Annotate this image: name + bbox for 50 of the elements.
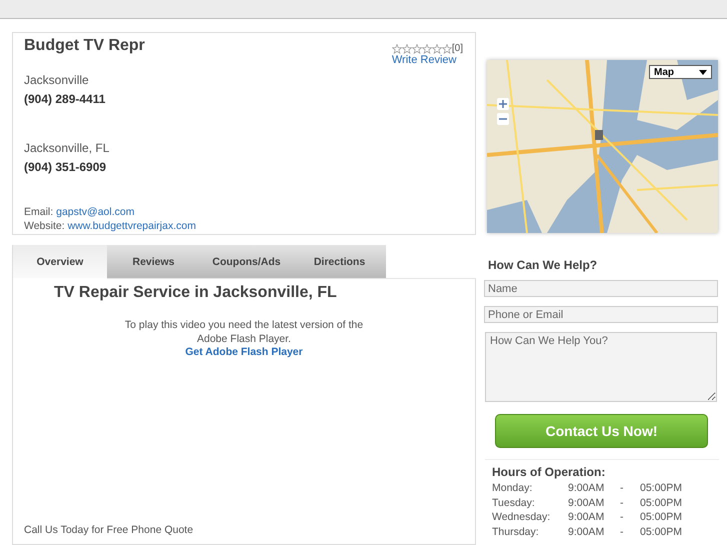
business-name: Budget TV Repr bbox=[24, 37, 145, 55]
time-dash: - bbox=[620, 496, 624, 510]
review-count: [0] bbox=[452, 43, 463, 54]
time-dash: - bbox=[620, 481, 624, 496]
star-icon bbox=[422, 44, 432, 54]
website-link[interactable]: www.budgettvrepairjax.com bbox=[68, 220, 196, 232]
flash-player-link[interactable]: Get Adobe Flash Player bbox=[24, 346, 464, 358]
star-icon bbox=[392, 44, 402, 54]
open-time: 9:00AM bbox=[568, 510, 606, 524]
tab[interactable]: Overview bbox=[12, 245, 107, 278]
day-label: Thursday: bbox=[492, 524, 540, 539]
email-label: Email: bbox=[24, 206, 54, 218]
open-time: 9:00AM bbox=[568, 524, 606, 539]
contact-field[interactable]: Phone or Email bbox=[484, 306, 718, 323]
form-heading: How Can We Help? bbox=[488, 258, 598, 272]
section-heading: TV Repair Service in Jacksonville, FL bbox=[54, 284, 338, 302]
close-time: 05:00PM bbox=[640, 510, 684, 524]
star-icon bbox=[402, 44, 412, 54]
open-time: 9:00AM bbox=[568, 496, 606, 510]
phone-number: (904) 289-4411 bbox=[24, 92, 106, 106]
quote-text: Call Us Today for Free Phone Quote bbox=[24, 524, 194, 536]
star-icon bbox=[412, 44, 422, 54]
tab[interactable]: Directions bbox=[293, 245, 386, 278]
email-link[interactable]: gapstv@aol.com bbox=[56, 206, 134, 218]
phone-number: (904) 351-6909 bbox=[24, 160, 108, 174]
message-field[interactable]: How Can We Help You? bbox=[485, 332, 717, 402]
location-city: Jacksonville, FL bbox=[24, 141, 110, 155]
hours-heading: Hours of Operation: bbox=[492, 465, 606, 479]
open-time: 9:00AM bbox=[568, 481, 606, 496]
star-icon bbox=[432, 44, 442, 54]
close-time: 05:00PM bbox=[640, 496, 684, 510]
caret-icon bbox=[699, 70, 707, 74]
website-label: Website: bbox=[24, 220, 65, 232]
zoom-in-icon[interactable] bbox=[497, 98, 509, 110]
day-label: Monday: bbox=[492, 481, 534, 496]
name-field[interactable]: Name bbox=[484, 280, 718, 297]
star-icon bbox=[442, 44, 452, 54]
location-city: Jacksonville bbox=[24, 73, 90, 87]
close-time: 05:00PM bbox=[640, 481, 684, 496]
map-type-select[interactable]: Map bbox=[649, 65, 712, 79]
time-dash: - bbox=[620, 524, 624, 539]
day-label: Tuesday: bbox=[492, 496, 536, 510]
close-time: 05:00PM bbox=[640, 524, 684, 539]
zoom-out-icon[interactable] bbox=[497, 113, 509, 125]
write-review-link[interactable]: Write Review bbox=[392, 54, 456, 66]
tab[interactable]: Reviews bbox=[107, 245, 200, 278]
tab[interactable]: Coupons/Ads bbox=[200, 245, 293, 278]
time-dash: - bbox=[620, 510, 624, 524]
day-label: Wednesday: bbox=[492, 510, 552, 524]
flash-notice: To play this video you need the latest version of the Adobe Flash Player. bbox=[124, 318, 364, 346]
